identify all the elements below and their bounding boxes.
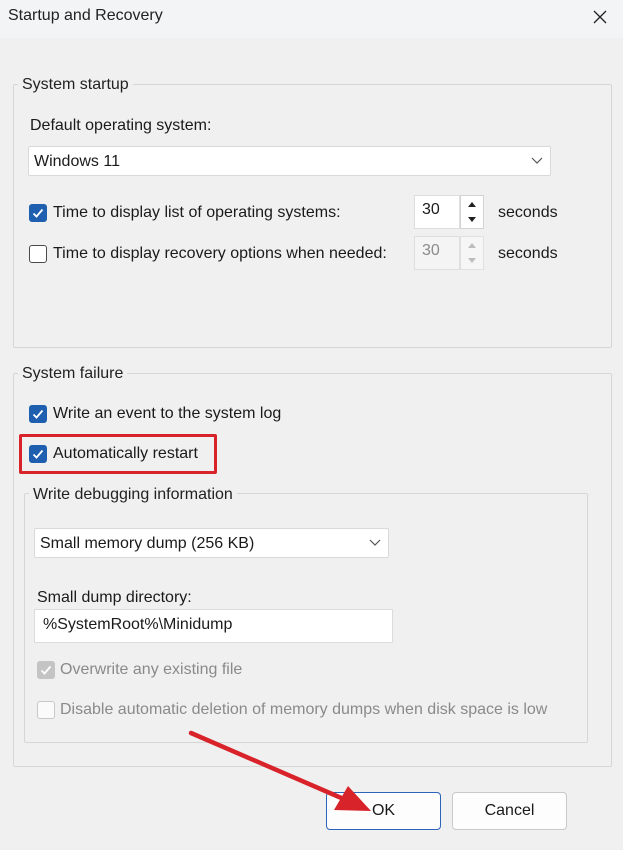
display-list-label: Time to display list of operating system…	[53, 204, 341, 221]
checkmark-icon	[32, 449, 44, 459]
display-list-seconds-input[interactable]: 30	[414, 195, 460, 229]
display-list-seconds-value: 30	[422, 201, 440, 218]
default-os-value: Windows 11	[34, 153, 120, 170]
triangle-down-icon	[468, 217, 476, 222]
auto-restart-label: Automatically restart	[53, 445, 198, 462]
display-recovery-unit: seconds	[498, 245, 558, 262]
default-os-dropdown[interactable]: Windows 11	[28, 146, 551, 176]
default-os-label: Default operating system:	[30, 117, 212, 134]
cancel-button-label: Cancel	[484, 802, 535, 819]
display-recovery-label: Time to display recovery options when ne…	[53, 245, 387, 262]
write-event-label: Write an event to the system log	[53, 405, 282, 422]
dump-dir-input[interactable]: %SystemRoot%\Minidump	[34, 609, 393, 643]
system-failure-title: System failure	[18, 365, 128, 383]
overwrite-checkbox	[37, 661, 55, 679]
display-list-checkbox[interactable]	[29, 204, 47, 222]
triangle-down-icon	[468, 258, 476, 263]
cancel-button[interactable]: Cancel	[452, 792, 567, 830]
close-button[interactable]	[577, 0, 623, 34]
checkmark-icon	[32, 409, 44, 419]
triangle-up-icon	[468, 202, 476, 207]
chevron-down-icon	[369, 539, 381, 546]
display-recovery-seconds-value: 30	[422, 242, 440, 259]
close-icon	[593, 10, 607, 24]
triangle-up-icon	[468, 243, 476, 248]
write-event-checkbox[interactable]	[29, 405, 47, 423]
dump-dir-value: %SystemRoot%\Minidump	[43, 616, 233, 633]
display-recovery-spinner	[460, 236, 484, 270]
auto-restart-checkbox[interactable]	[29, 445, 47, 463]
title-bar: Startup and Recovery	[0, 0, 623, 38]
window-title: Startup and Recovery	[8, 7, 163, 24]
display-list-unit: seconds	[498, 204, 558, 221]
spin-down-button-disabled	[461, 253, 483, 269]
spin-up-button-disabled	[461, 237, 483, 253]
spin-down-button[interactable]	[461, 212, 483, 228]
display-recovery-checkbox[interactable]	[29, 245, 47, 263]
display-recovery-seconds-input: 30	[414, 236, 460, 270]
system-startup-title: System startup	[18, 76, 133, 94]
display-list-spinner[interactable]	[460, 195, 484, 229]
ok-button[interactable]: OK	[326, 792, 441, 830]
disable-auto-delete-checkbox	[37, 701, 55, 719]
debug-info-title: Write debugging information	[29, 486, 237, 504]
disable-auto-delete-label: Disable automatic deletion of memory dum…	[60, 701, 548, 718]
spin-up-button[interactable]	[461, 196, 483, 212]
ok-button-label: OK	[371, 802, 396, 819]
dump-dir-label: Small dump directory:	[37, 589, 192, 606]
chevron-down-icon	[531, 157, 543, 164]
dump-type-dropdown[interactable]: Small memory dump (256 KB)	[34, 528, 389, 558]
dump-type-value: Small memory dump (256 KB)	[40, 535, 255, 552]
checkmark-icon	[40, 665, 52, 675]
checkmark-icon	[32, 208, 44, 218]
overwrite-label: Overwrite any existing file	[60, 661, 243, 678]
